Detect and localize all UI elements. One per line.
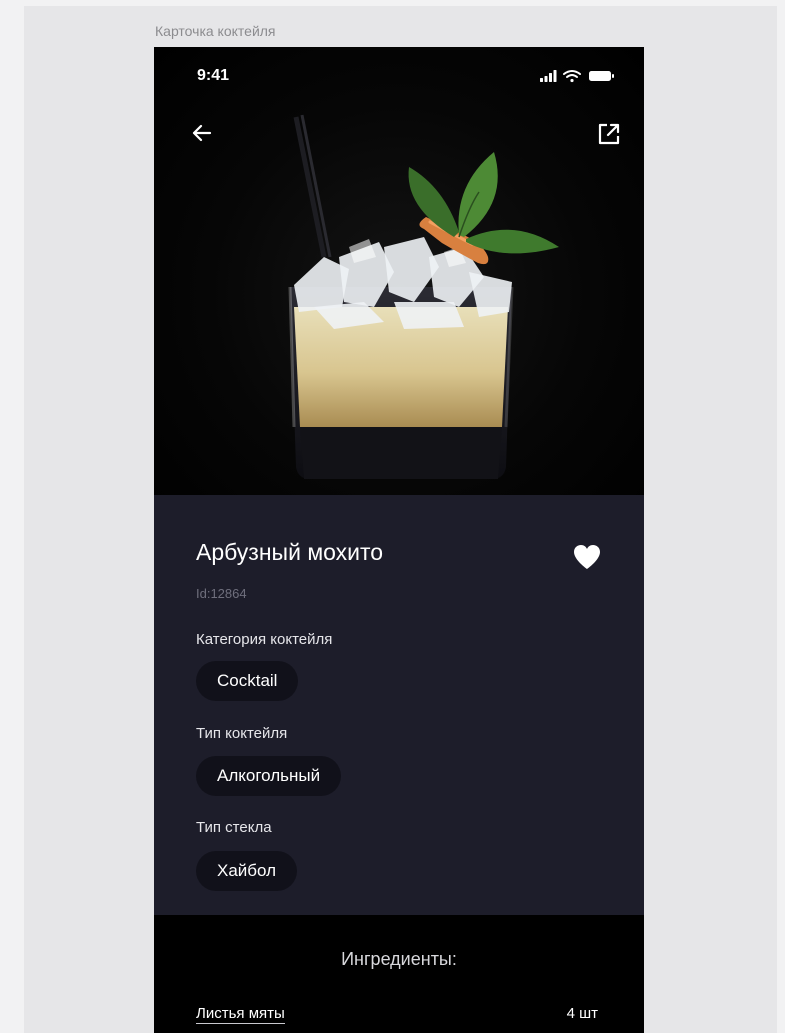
category-label: Категория коктейля xyxy=(196,631,333,648)
share-button[interactable] xyxy=(594,119,624,149)
ingredients-section: Ингредиенты: Листья мяты 4 шт xyxy=(154,915,644,1033)
back-button[interactable] xyxy=(188,119,216,147)
battery-icon xyxy=(589,71,614,81)
status-time: 9:41 xyxy=(197,67,230,84)
cocktail-id: Id:12864 xyxy=(196,586,247,601)
type-label: Тип коктейля xyxy=(196,725,288,742)
wifi-icon xyxy=(563,70,581,83)
cocktail-info-card: Арбузный мохито Id:12864 Категория кокте… xyxy=(154,495,644,915)
cocktail-photo xyxy=(288,114,559,479)
favorite-button[interactable] xyxy=(572,543,602,571)
ingredient-row: Листья мяты 4 шт xyxy=(196,1005,598,1027)
ingredients-heading: Ингредиенты: xyxy=(341,949,457,969)
ingredient-name-link[interactable]: Листья мяты xyxy=(196,1005,285,1024)
heart-icon xyxy=(574,545,600,569)
cocktail-name: Арбузный мохито xyxy=(196,539,384,565)
phone-screen: 9:41 Арбузный мохито Id:12864 Категория … xyxy=(154,47,644,1033)
hero-image-area: 9:41 xyxy=(154,47,644,495)
glass-label: Тип стекла xyxy=(196,819,272,836)
status-icons xyxy=(540,69,622,88)
category-chip[interactable]: Cocktail xyxy=(196,661,299,701)
glass-chip[interactable]: Хайбол xyxy=(196,851,298,891)
share-icon xyxy=(598,123,620,145)
back-arrow-icon xyxy=(192,124,212,142)
cellular-signal-icon xyxy=(540,70,557,82)
type-chip[interactable]: Алкогольный xyxy=(196,756,342,796)
frame-label: Карточка коктейля xyxy=(155,23,276,39)
ingredient-amount: 4 шт xyxy=(566,1005,598,1022)
